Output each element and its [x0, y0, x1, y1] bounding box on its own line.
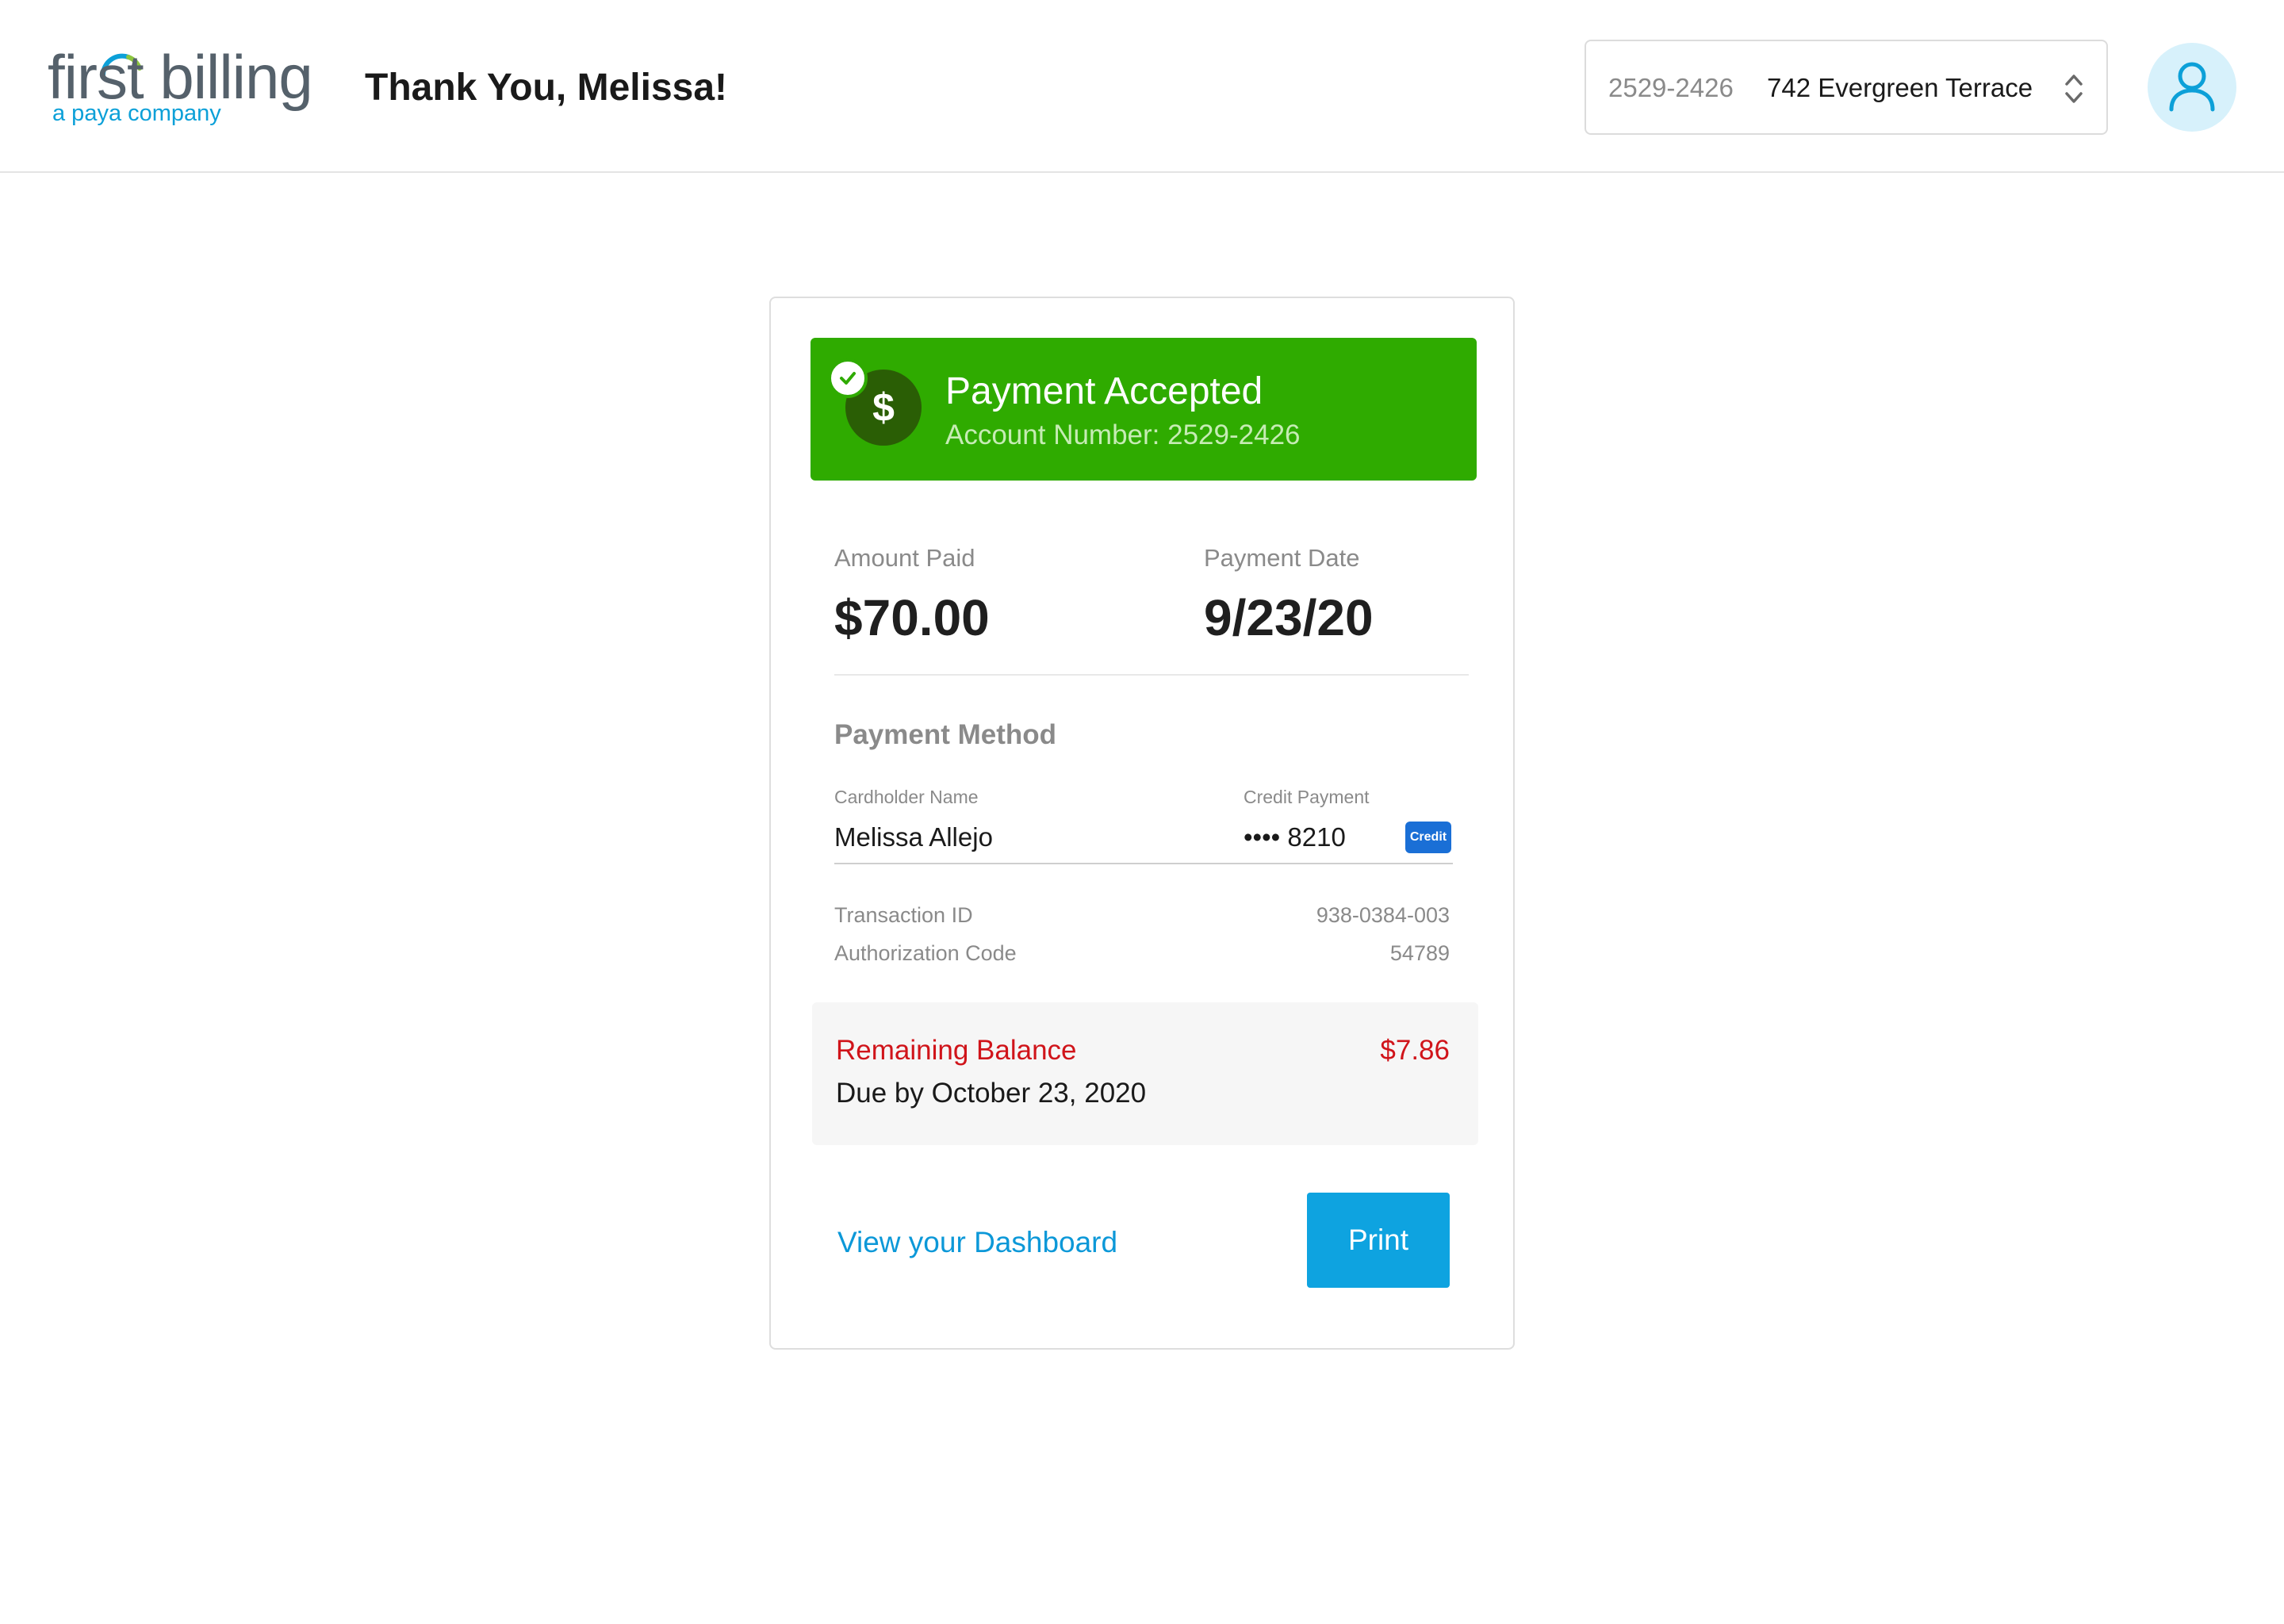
- credit-card-badge: Credit: [1405, 822, 1451, 853]
- top-header: first billing a paya company Thank You, …: [0, 0, 2284, 173]
- view-dashboard-link[interactable]: View your Dashboard: [837, 1223, 1117, 1262]
- payment-date-value: 9/23/20: [1204, 589, 1374, 646]
- remaining-balance-panel: Remaining Balance $7.86 Due by October 2…: [812, 1002, 1478, 1145]
- amount-paid-label: Amount Paid: [834, 544, 975, 572]
- card-number-masked: •••• 8210: [1244, 822, 1346, 852]
- authorization-code-label: Authorization Code: [834, 941, 1017, 965]
- transaction-id-label: Transaction ID: [834, 903, 973, 927]
- payment-date-label: Payment Date: [1204, 544, 1360, 572]
- account-selector[interactable]: 2529-2426 742 Evergreen Terrace: [1585, 40, 2108, 135]
- remaining-balance-amount: $7.86: [1380, 1035, 1450, 1066]
- firstbilling-logo[interactable]: first billing a paya company: [48, 41, 317, 130]
- check-icon: [828, 358, 868, 398]
- user-avatar[interactable]: [2148, 43, 2236, 132]
- cardholder-name-label: Cardholder Name: [834, 787, 979, 807]
- divider: [834, 674, 1469, 676]
- cardholder-name-value: Melissa Allejo: [834, 822, 993, 852]
- balance-due-date: Due by October 23, 2020: [836, 1078, 1147, 1109]
- divider: [834, 863, 1453, 864]
- account-address: 742 Evergreen Terrace: [1767, 73, 2033, 102]
- credit-payment-label: Credit Payment: [1244, 787, 1370, 807]
- amount-paid-value: $70.00: [834, 589, 990, 646]
- chevron-up-down-icon: [2065, 75, 2083, 103]
- page-title: Thank You, Melissa!: [365, 67, 728, 109]
- user-icon: [2169, 62, 2215, 112]
- authorization-code-value: 54789: [1389, 941, 1450, 965]
- banner-account-number: Account Number: 2529-2426: [945, 419, 1301, 450]
- transaction-id-value: 938-0384-003: [1316, 903, 1450, 927]
- remaining-balance-label: Remaining Balance: [836, 1035, 1077, 1066]
- payment-confirmation-card: $ Payment Accepted Account Number: 2529-…: [769, 297, 1515, 1350]
- print-button[interactable]: Print: [1307, 1193, 1450, 1288]
- logo-tagline: a paya company: [52, 101, 221, 126]
- payment-method-heading: Payment Method: [834, 719, 1057, 750]
- account-number: 2529-2426: [1608, 73, 1734, 102]
- banner-title: Payment Accepted: [945, 370, 1263, 412]
- payment-accepted-banner: $ Payment Accepted Account Number: 2529-…: [811, 338, 1477, 481]
